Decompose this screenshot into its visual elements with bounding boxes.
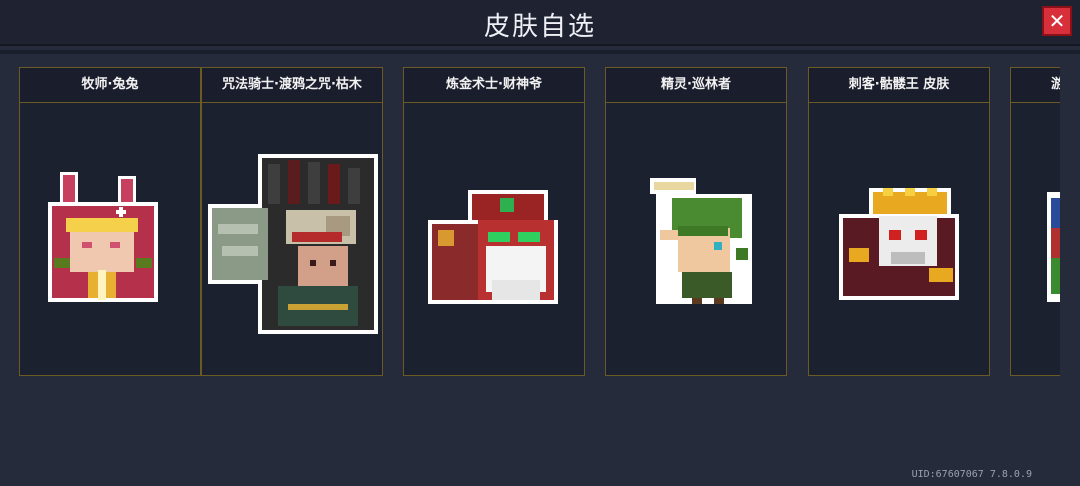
- raven-curse-knight-skin-icon: [202, 102, 382, 376]
- skin-card-raven-curse-knight[interactable]: 咒法骑士·渡鸦之咒·枯木: [201, 67, 383, 376]
- top-bar: 皮肤自选 ✕: [0, 0, 1080, 46]
- skin-card-alchemist-fortune-god[interactable]: 炼金术士·财神爷: [403, 67, 585, 376]
- skin-card-elf-ranger[interactable]: 精灵·巡林者: [605, 67, 787, 376]
- skin-card-label: 精灵·巡林者: [606, 68, 786, 103]
- alchemist-fortune-god-skin-icon: [404, 102, 584, 376]
- skin-card-assassin-skeleton-king[interactable]: 刺客·骷髅王 皮肤: [808, 67, 990, 376]
- skin-card-label: 炼金术士·财神爷: [404, 68, 584, 103]
- assassin-skeleton-king-skin-icon: [809, 102, 989, 376]
- close-button[interactable]: ✕: [1042, 6, 1072, 36]
- elf-ranger-skin-icon: [606, 102, 786, 376]
- close-icon: ✕: [1048, 9, 1066, 33]
- page-title: 皮肤自选: [483, 12, 596, 42]
- uid-version-text: UID:67607067 7.8.0.9: [911, 469, 1032, 480]
- skin-card-partial[interactable]: 游: [1010, 67, 1060, 376]
- skin-carousel[interactable]: 牧师·兔兔 咒法骑士·渡鸦之咒·枯木 炼金术士·财神爷 精灵·巡林者 刺客·骷髅…: [0, 64, 1060, 380]
- skin-card-priest-bunny[interactable]: 牧师·兔兔: [19, 67, 201, 376]
- skin-card-label: 牧师·兔兔: [20, 68, 200, 103]
- skin-card-label: 咒法骑士·渡鸦之咒·枯木: [202, 68, 382, 103]
- skin-card-label: 游: [1011, 68, 1060, 103]
- skin-card-label: 刺客·骷髅王 皮肤: [809, 68, 989, 103]
- header-divider: [0, 50, 1080, 54]
- priest-bunny-skin-icon: [20, 102, 200, 376]
- partial-skin-icon: [1011, 102, 1060, 376]
